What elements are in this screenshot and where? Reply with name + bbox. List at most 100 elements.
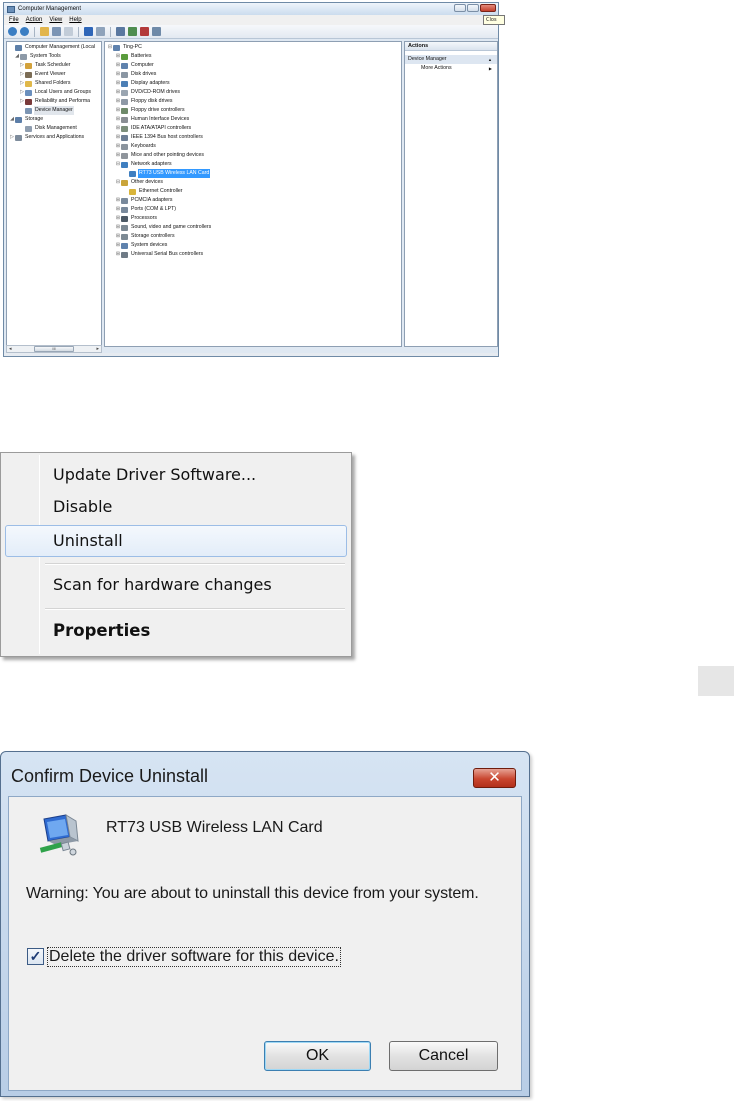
device-tree-label: Ting-PC	[123, 44, 142, 50]
device-tree-item[interactable]: ⊟ Ting-PC	[107, 43, 143, 52]
device-tree-item[interactable]: ⊞ PCMCIA adapters	[115, 196, 174, 205]
dialog-close-button[interactable]: ✕	[473, 768, 516, 788]
maximize-button[interactable]	[467, 4, 479, 12]
device-tree-item[interactable]: ⊞ Keyboards	[115, 142, 157, 151]
device-tree-item[interactable]: ⊟ Network adapters	[115, 160, 173, 169]
more-actions-item[interactable]: More Actions ▶	[405, 64, 497, 73]
device-tree-item[interactable]: Ethernet Controller	[123, 187, 184, 196]
device-tree-item[interactable]: ⊞ Display adapters	[115, 79, 171, 88]
device-tree-item[interactable]: ⊞ System devices	[115, 241, 168, 250]
toolbar-separator	[78, 26, 79, 37]
console-tree-item[interactable]: ▷ Reliability and Performa	[19, 97, 91, 106]
console-tree-item[interactable]: Disk Management	[19, 124, 78, 133]
properties-icon[interactable]	[64, 27, 73, 36]
ok-button[interactable]: OK	[264, 1041, 371, 1071]
more-actions-label: More Actions	[421, 65, 452, 71]
menu-item-properties[interactable]: Properties	[5, 615, 347, 647]
disable-icon[interactable]	[152, 27, 161, 36]
device-tree-item[interactable]: ⊞ Universal Serial Bus controllers	[115, 250, 204, 259]
device-tree-label: Computer	[131, 62, 154, 68]
console-tree-item[interactable]: Device Manager	[19, 106, 74, 115]
menu-action[interactable]: Action	[26, 17, 43, 23]
update-driver-icon[interactable]	[128, 27, 137, 36]
console-tree-item[interactable]: ▷ Shared Folders	[19, 79, 71, 88]
console-tree-item[interactable]: ▷ Local Users and Groups	[19, 88, 92, 97]
menu-separator	[45, 608, 345, 610]
hid-icon	[121, 116, 128, 123]
console-tree-label: Device Manager	[34, 106, 74, 115]
console-tree-item[interactable]: ▷ Services and Applications	[9, 133, 85, 142]
device-tree-item[interactable]: ⊞ IDE ATA/ATAPI controllers	[115, 124, 192, 133]
menu-view[interactable]: View	[49, 17, 62, 23]
device-tree-label: Ports (COM & LPT)	[131, 206, 176, 212]
toolbar-separator	[34, 26, 35, 37]
forward-icon[interactable]	[20, 27, 29, 36]
device-tree-label: Disk drives	[131, 71, 157, 77]
warning-text: Warning: You are about to uninstall this…	[26, 885, 479, 902]
menu-item-disable[interactable]: Disable	[5, 491, 347, 523]
task-scheduler-icon	[25, 62, 32, 69]
menu-help[interactable]: Help	[69, 17, 81, 23]
device-tree-item[interactable]: ⊞ DVD/CD-ROM drives	[115, 88, 181, 97]
view-icon[interactable]	[96, 27, 105, 36]
device-tree-item[interactable]: ⊞ Disk drives	[115, 70, 157, 79]
actions-pane: Actions Device Manager ▲ More Actions ▶	[404, 41, 498, 347]
actions-section-label: Device Manager	[408, 56, 447, 62]
help-icon[interactable]	[84, 27, 93, 36]
minimize-button[interactable]	[454, 4, 466, 12]
services-icon	[15, 134, 22, 141]
device-tree-label: Mice and other pointing devices	[131, 152, 204, 158]
scroll-left-icon[interactable]: ◂	[9, 346, 12, 352]
menu-item-update-driver[interactable]: Update Driver Software...	[5, 459, 347, 491]
console-tree-label: Task Scheduler	[35, 62, 71, 68]
device-tree-item[interactable]: ⊞ Batteries	[115, 52, 152, 61]
menu-bar: File Action View Help	[4, 15, 498, 25]
collapse-arrow-icon[interactable]: ▲	[488, 55, 492, 64]
delete-driver-label[interactable]: Delete the driver software for this devi…	[47, 947, 341, 967]
device-tree-item[interactable]: ⊞ Floppy disk drives	[115, 97, 174, 106]
back-icon[interactable]	[8, 27, 17, 36]
console-tree-pane: Computer Management (Local ◢ System Tools ▷…	[6, 41, 102, 347]
show-hide-tree-icon[interactable]	[52, 27, 61, 36]
delete-driver-checkbox[interactable]: ✓	[27, 948, 44, 965]
console-tree-item[interactable]: ▷ Task Scheduler	[19, 61, 71, 70]
device-tree-item[interactable]: ⊞ Storage controllers	[115, 232, 176, 241]
dialog-titlebar[interactable]: Confirm Device Uninstall ✕	[1, 752, 529, 796]
toolbar	[4, 25, 498, 39]
console-tree-item[interactable]: Computer Management (Local	[9, 43, 96, 52]
computer-icon	[113, 44, 120, 51]
horizontal-scrollbar[interactable]: ◂ III ▸	[6, 345, 102, 353]
actions-device-manager-section[interactable]: Device Manager ▲	[405, 55, 497, 64]
menu-item-uninstall[interactable]: Uninstall	[5, 525, 347, 557]
window-titlebar[interactable]: Computer Management	[4, 3, 498, 15]
console-tree-label: Disk Management	[35, 125, 77, 131]
console-tree-label: Reliability and Performa	[35, 98, 91, 104]
menu-item-scan-hardware[interactable]: Scan for hardware changes	[5, 569, 347, 601]
scroll-right-icon[interactable]: ▸	[96, 346, 99, 352]
scroll-thumb[interactable]: III	[34, 346, 74, 352]
device-tree-item[interactable]: ⊞ Mice and other pointing devices	[115, 151, 205, 160]
console-tree-item[interactable]: ◢ Storage	[9, 115, 44, 124]
close-button[interactable]	[480, 4, 496, 12]
device-tree-item[interactable]: ⊞ IEEE 1394 Bus host controllers	[115, 133, 204, 142]
up-folder-icon[interactable]	[40, 27, 49, 36]
uninstall-icon[interactable]	[140, 27, 149, 36]
console-tree-item[interactable]: ◢ System Tools	[14, 52, 62, 61]
device-tree-item[interactable]: ⊞ Ports (COM & LPT)	[115, 205, 177, 214]
console-tree-label: System Tools	[30, 53, 61, 59]
device-tree-label: Human Interface Devices	[131, 116, 190, 122]
device-tree-item[interactable]: ⊞ Sound, video and game controllers	[115, 223, 212, 232]
console-tree-item[interactable]: ▷ Event Viewer	[19, 70, 66, 79]
cancel-button[interactable]: Cancel	[389, 1041, 498, 1071]
scan-hardware-icon[interactable]	[116, 27, 125, 36]
device-tree-item[interactable]: RT73 USB Wireless LAN Card	[123, 169, 211, 178]
device-tree-item[interactable]: ⊞ Floppy drive controllers	[115, 106, 186, 115]
device-tree-item[interactable]: ⊞ Processors	[115, 214, 158, 223]
network-card-icon	[129, 170, 136, 177]
device-tree-pane: ⊟ Ting-PC ⊞ Batteries ⊞ Computer ⊞ Disk drives ⊞…	[104, 41, 402, 347]
device-tree-label: Universal Serial Bus controllers	[131, 251, 204, 257]
device-tree-item[interactable]: ⊞ Human Interface Devices	[115, 115, 190, 124]
device-tree-item[interactable]: ⊞ Computer	[115, 61, 155, 70]
menu-file[interactable]: File	[9, 17, 19, 23]
device-tree-item[interactable]: ⊟ Other devices	[115, 178, 164, 187]
